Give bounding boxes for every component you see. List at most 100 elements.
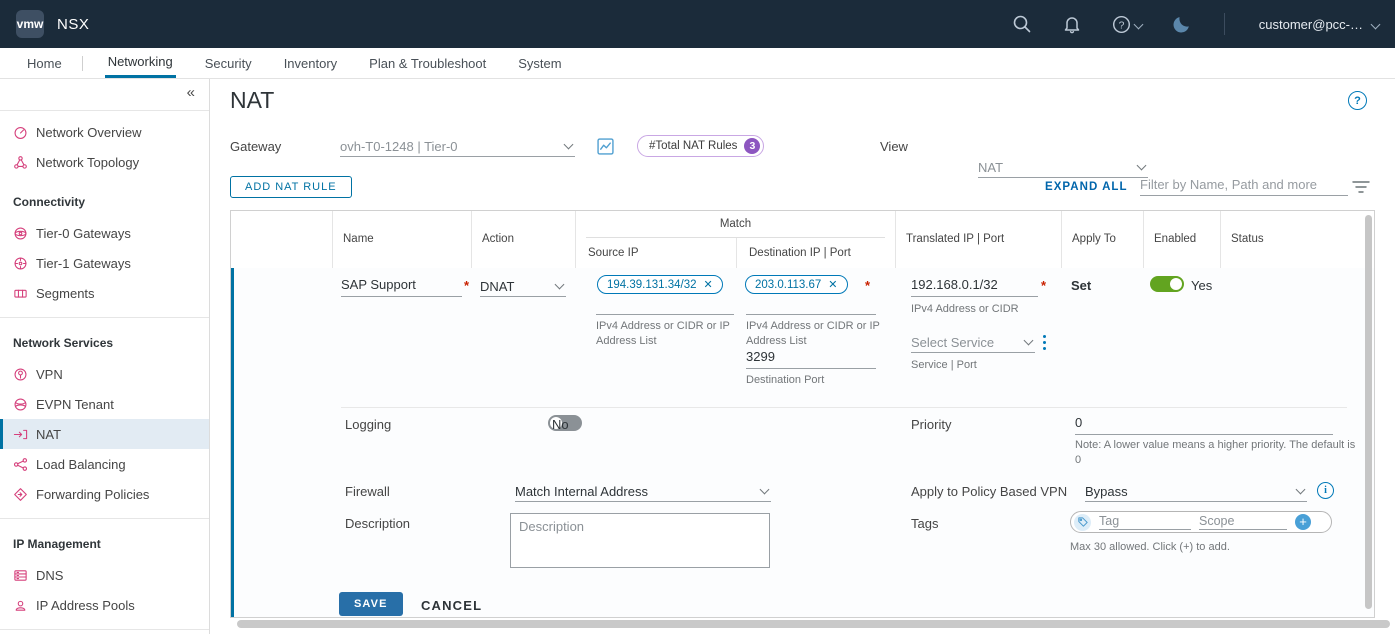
source-ip-helper: IPv4 Address or CIDR or IP Address List <box>596 319 748 349</box>
tab-security[interactable]: Security <box>202 48 255 78</box>
rule-name-input[interactable] <box>341 276 462 297</box>
priority-input[interactable] <box>1075 414 1333 435</box>
sidebar-item-dns[interactable]: DNS <box>0 560 209 590</box>
sidebar-item-ip-address-pools[interactable]: IP Address Pools <box>0 590 209 620</box>
required-asterisk: * <box>865 278 870 293</box>
destination-port-input[interactable] <box>746 348 876 369</box>
view-select[interactable]: NAT <box>978 157 1148 178</box>
tab-inventory[interactable]: Inventory <box>281 48 340 78</box>
sidebar-item-network-overview[interactable]: Network Overview <box>0 117 209 147</box>
sidebar-group-ip-management: IP Management DNS IP Address Pools <box>0 519 209 630</box>
save-button[interactable]: SAVE <box>339 592 403 616</box>
sidebar-item-forwarding-policies[interactable]: Forwarding Policies <box>0 479 209 509</box>
translated-ip-helper: IPv4 Address or CIDR <box>911 302 1019 317</box>
table-header-source-ip: Source IP <box>576 238 736 268</box>
sidebar-item-load-balancing[interactable]: Load Balancing <box>0 449 209 479</box>
chevron-down-icon <box>1371 19 1381 29</box>
evpn-tenant-icon <box>13 397 28 412</box>
form-divider <box>341 407 1347 408</box>
total-nat-rules-badge: #Total NAT Rules 3 <box>637 135 764 157</box>
add-tag-plus-icon[interactable]: + <box>1295 514 1311 530</box>
user-menu[interactable]: customer@pcc-… <box>1259 17 1379 32</box>
table-header-action: Action <box>471 211 575 268</box>
table-header-destination: Destination IP | Port <box>736 238 895 268</box>
load-balancing-icon <box>13 457 28 472</box>
source-ip-underline <box>596 314 734 315</box>
vertical-scrollbar[interactable] <box>1365 215 1372 609</box>
gauge-icon <box>13 125 28 140</box>
source-ip-chip[interactable]: 194.39.131.34/32 ✕ <box>597 275 723 294</box>
badge-label: #Total NAT Rules <box>649 140 737 152</box>
sidebar-item-segments[interactable]: Segments <box>0 278 209 308</box>
table-header-row: Name Action Match Source IP Destination … <box>231 211 1374 269</box>
service-select[interactable]: Select Service <box>911 332 1035 353</box>
gateway-select[interactable]: ovh-T0-1248 | Tier-0 <box>340 136 575 157</box>
view-value: NAT <box>978 160 1003 175</box>
enabled-toggle[interactable] <box>1150 276 1184 292</box>
policy-vpn-select[interactable]: Bypass <box>1085 481 1307 502</box>
tab-plan-troubleshoot[interactable]: Plan & Troubleshoot <box>366 48 489 78</box>
sidebar-item-network-topology[interactable]: Network Topology <box>0 147 209 177</box>
sidebar: « Network Overview Network Topology Conn… <box>0 79 210 634</box>
segments-icon <box>13 286 28 301</box>
sidebar-item-evpn-tenant[interactable]: EVPN Tenant <box>0 389 209 419</box>
description-textarea[interactable] <box>510 513 770 568</box>
view-label: View <box>880 139 908 154</box>
add-nat-rule-button[interactable]: ADD NAT RULE <box>230 176 352 198</box>
dark-mode-moon-icon[interactable] <box>1172 14 1192 34</box>
apply-to-set-link[interactable]: Set <box>1071 278 1091 293</box>
tab-system[interactable]: System <box>515 48 564 78</box>
table-header-apply-to: Apply To <box>1061 211 1143 268</box>
firewall-select[interactable]: Match Internal Address <box>515 481 771 502</box>
page-help-icon[interactable]: ? <box>1348 91 1367 110</box>
tag-input[interactable] <box>1099 514 1191 530</box>
forwarding-policies-icon <box>13 487 28 502</box>
expand-all-button[interactable]: EXPAND ALL <box>1045 181 1128 193</box>
table-header-match-group: Match Source IP Destination IP | Port <box>575 211 895 268</box>
badge-count: 3 <box>744 138 760 154</box>
filter-icon[interactable] <box>1352 180 1370 199</box>
sidebar-item-tier0-gateways[interactable]: Tier-0 Gateways <box>0 218 209 248</box>
filter-input[interactable] <box>1140 175 1348 196</box>
tab-networking[interactable]: Networking <box>105 48 176 78</box>
sidebar-item-nat[interactable]: NAT <box>0 419 209 449</box>
sidebar-header: « <box>0 79 209 111</box>
destination-ip-chip[interactable]: 203.0.113.67 ✕ <box>745 275 848 294</box>
help-menu-icon[interactable]: ? <box>1112 14 1142 34</box>
translated-ip-input[interactable] <box>911 276 1038 297</box>
nat-stats-chart-icon[interactable] <box>597 138 614 160</box>
cancel-button[interactable]: CANCEL <box>421 598 482 613</box>
tags-helper: Max 30 allowed. Click (+) to add. <box>1070 540 1230 555</box>
chevron-down-icon <box>555 280 565 290</box>
chip-remove-icon[interactable]: ✕ <box>704 278 713 291</box>
destination-port-helper: Destination Port <box>746 373 824 388</box>
notifications-bell-icon[interactable] <box>1062 14 1082 34</box>
chevron-down-icon <box>1296 485 1306 495</box>
sidebar-item-tier1-gateways[interactable]: Tier-1 Gateways <box>0 248 209 278</box>
table-header-name: Name <box>332 211 471 268</box>
nat-rules-table: Name Action Match Source IP Destination … <box>230 210 1375 618</box>
nsx-app: vmw NSX ? customer@pcc-… Home <box>0 0 1395 634</box>
search-icon[interactable] <box>1012 14 1032 34</box>
chip-remove-icon[interactable]: ✕ <box>828 278 837 291</box>
tags-editor: + <box>1070 511 1332 533</box>
sidebar-item-vpn[interactable]: VPN <box>0 359 209 389</box>
table-header-translated: Translated IP | Port <box>895 211 1061 268</box>
enabled-value: Yes <box>1191 278 1212 293</box>
user-label: customer@pcc-… <box>1259 17 1363 32</box>
action-select[interactable]: DNAT <box>480 276 566 297</box>
tab-home[interactable]: Home <box>24 48 65 78</box>
service-menu-kebab-icon[interactable] <box>1043 335 1046 350</box>
scope-input[interactable] <box>1199 514 1287 530</box>
chevron-down-icon <box>1133 19 1143 29</box>
sidebar-group-overview: Network Overview Network Topology <box>0 111 209 177</box>
collapse-sidebar-icon[interactable]: « <box>187 84 195 101</box>
policy-vpn-info-icon[interactable]: i <box>1317 482 1334 499</box>
horizontal-scrollbar[interactable] <box>237 620 1390 628</box>
vpn-icon <box>13 367 28 382</box>
chevron-down-icon <box>760 485 770 495</box>
table-header-expander <box>231 211 332 268</box>
priority-note: Note: A lower value means a higher prior… <box>1075 438 1363 468</box>
nat-icon <box>13 427 28 442</box>
firewall-label: Firewall <box>345 484 390 499</box>
